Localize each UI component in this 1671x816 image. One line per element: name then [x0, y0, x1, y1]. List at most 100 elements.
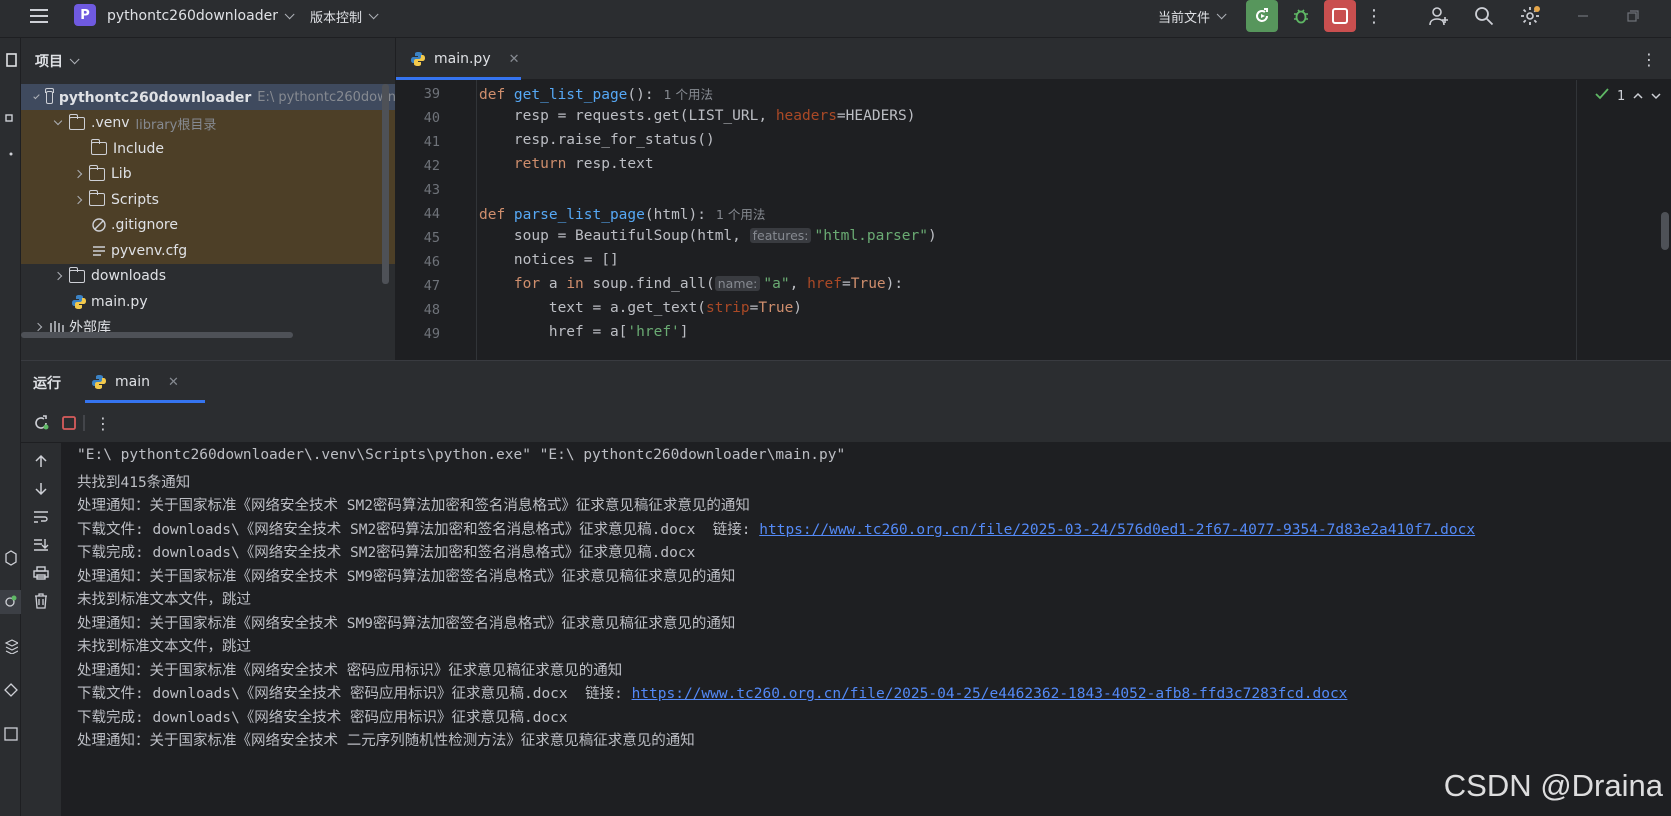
chevron-down-icon[interactable] — [33, 92, 40, 99]
settings-gear-icon[interactable] — [1516, 0, 1544, 32]
debug-button[interactable] — [1285, 0, 1317, 32]
minimize-icon[interactable] — [1575, 0, 1591, 32]
chevron-right-icon[interactable] — [73, 195, 83, 204]
add-user-icon[interactable] — [1425, 0, 1453, 32]
console-line: 处理通知：关于国家标准《网络安全技术 SM9密码算法加密签名消息格式》征求意见稿… — [77, 615, 736, 632]
download-link[interactable]: https://www.tc260.org.cn/file/2025-03-24… — [759, 522, 1475, 538]
console-line: 处理通知：关于国家标准《网络安全技术 SM2密码算法加密和签名消息格式》征求意见… — [77, 498, 750, 514]
close-icon[interactable]: ✕ — [509, 52, 520, 67]
more-actions-icon[interactable]: ⋮ — [1364, 0, 1384, 32]
line-number: 46 — [423, 254, 440, 270]
arrow-up-icon[interactable] — [31, 451, 51, 471]
run-panel-title: 运行 — [33, 376, 61, 392]
chevron-up-icon[interactable] — [1633, 89, 1643, 104]
scroll-to-end-icon[interactable] — [31, 535, 51, 555]
check-icon[interactable] — [1595, 88, 1609, 104]
tree-item[interactable]: main.py — [21, 288, 395, 315]
trash-icon[interactable] — [31, 591, 51, 611]
folder-icon — [68, 113, 85, 130]
rerun-icon — [1256, 8, 1268, 22]
inlay-hint: features: — [749, 228, 812, 243]
code-line: return resp.text — [513, 156, 654, 172]
tree-item-label: .venv — [91, 115, 130, 131]
console-line: 下载完成: downloads\《网络安全技术 密码应用标识》征求意见稿.doc… — [77, 709, 568, 726]
services-icon[interactable] — [0, 678, 21, 702]
line-number-gutter: 39 40 41 42 43 44 45 46 47 48 49 — [396, 80, 476, 360]
horizontal-scrollbar[interactable] — [21, 332, 293, 338]
tree-item[interactable]: .venv library根目录 — [21, 109, 395, 137]
project-badge[interactable]: P — [74, 4, 96, 26]
chevron-right-icon[interactable] — [33, 322, 43, 332]
tree-item[interactable]: pyvenv.cfg — [21, 237, 395, 264]
terminal-icon[interactable] — [0, 722, 21, 746]
left-tool-stripe — [0, 38, 21, 816]
tree-item[interactable]: Scripts — [21, 186, 395, 213]
layers-icon[interactable] — [0, 634, 21, 658]
editor-panel: main.py ✕ ⋮ 39 40 41 42 43 44 45 46 47 48 49 def g… — [396, 38, 1671, 360]
chevron-down-icon[interactable] — [1651, 89, 1661, 104]
console-side-toolbar — [21, 443, 61, 816]
tree-item-label: Include — [113, 140, 164, 157]
line-number: 48 — [423, 302, 440, 318]
structure-tool-icon[interactable] — [0, 106, 21, 130]
arrow-down-icon[interactable] — [31, 479, 51, 499]
tree-item-label: pyvenv.cfg — [111, 242, 188, 259]
soft-wrap-icon[interactable] — [31, 507, 51, 527]
line-number: 39 — [423, 86, 440, 102]
maximize-icon[interactable] — [1625, 0, 1641, 32]
text-file-icon — [91, 243, 107, 259]
code-line: for a in soup.find_all(name: "a", href=Tr… — [513, 276, 904, 292]
folder-icon — [88, 164, 105, 181]
line-number: 42 — [423, 158, 440, 174]
project-panel-header[interactable]: 项目 — [35, 51, 80, 71]
rerun-icon[interactable] — [31, 413, 51, 433]
more-tools-icon[interactable] — [0, 142, 21, 166]
tree-item[interactable]: Lib — [21, 160, 395, 188]
usage-hint[interactable]: 1 个用法 — [664, 87, 713, 102]
usage-hint[interactable]: 1 个用法 — [716, 207, 765, 222]
tree-item-label: .gitignore — [111, 217, 178, 233]
vcs-menu[interactable]: 版本控制 — [310, 0, 379, 32]
download-link[interactable]: https://www.tc260.org.cn/file/2025-04-25… — [632, 686, 1348, 702]
run-config-selector[interactable]: 当前文件 — [1158, 0, 1227, 32]
code-line: def get_list_page(): 1 个用法 — [479, 87, 714, 103]
chevron-right-icon[interactable] — [73, 169, 83, 179]
more-actions-icon[interactable]: ⋮ — [93, 413, 113, 433]
tree-item[interactable]: .gitignore — [21, 211, 395, 239]
search-icon[interactable] — [1470, 0, 1498, 32]
tab-run-main[interactable]: main ✕ — [85, 361, 205, 403]
stop-icon[interactable] — [59, 413, 79, 433]
tree-item[interactable]: Include — [21, 135, 395, 162]
more-actions-icon[interactable]: ⋮ — [1641, 50, 1657, 69]
chevron-down-icon[interactable] — [53, 116, 63, 126]
tree-item[interactable]: pythontc260downloader E:\ pythontc260down — [21, 84, 395, 111]
project-tool-icon[interactable] — [0, 48, 21, 72]
chevron-down-icon — [368, 8, 379, 19]
code-line: soup = BeautifulSoup(html, features: "htm… — [479, 228, 937, 244]
python-packages-icon[interactable] — [0, 546, 21, 570]
vertical-scrollbar[interactable] — [382, 84, 389, 284]
code-area[interactable]: def get_list_page(): 1 个用法 resp = request… — [476, 80, 1576, 360]
main-menu-icon[interactable] — [30, 0, 52, 32]
tree-item[interactable]: downloads — [21, 263, 395, 290]
console-line: 未找到标准文本文件，跳过 — [77, 592, 251, 608]
console-output[interactable]: "E:\ pythontc260downloader\.venv\Scripts… — [61, 443, 1661, 816]
run-toolbar: ⋮ — [21, 403, 1671, 443]
code-line: notices = [] — [479, 252, 619, 268]
console-line: 处理通知：关于国家标准《网络安全技术 二元序列随机性检测方法》征求意见稿征求意见… — [77, 733, 695, 749]
tab-main-py[interactable]: main.py ✕ — [396, 38, 521, 80]
editor-scrollbar[interactable] — [1661, 212, 1669, 250]
code-line: text = a.get_text(strip=True) — [479, 300, 803, 316]
chevron-right-icon[interactable] — [53, 271, 63, 281]
rerun-button[interactable] — [1246, 0, 1278, 32]
project-panel-title: 项目 — [35, 54, 63, 70]
print-icon[interactable] — [31, 563, 51, 583]
project-switcher[interactable]: pythontc260downloader — [107, 0, 295, 32]
run-tool-icon[interactable] — [0, 590, 21, 614]
line-number: 49 — [423, 326, 440, 342]
tree-item-label: Lib — [111, 166, 132, 182]
stop-button[interactable] — [1324, 0, 1356, 32]
close-icon[interactable]: ✕ — [168, 375, 179, 390]
